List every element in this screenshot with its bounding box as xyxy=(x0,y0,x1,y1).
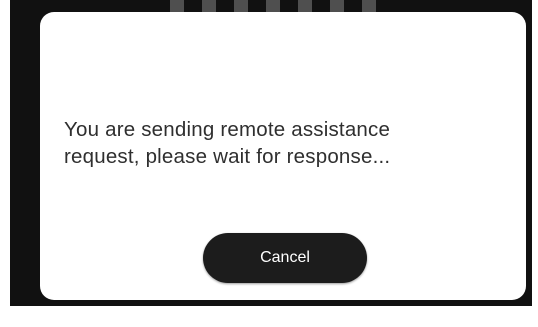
cancel-button[interactable]: Cancel xyxy=(203,233,367,283)
app-screen: You are sending remote assistance reques… xyxy=(10,0,532,306)
dialog-message: You are sending remote assistance reques… xyxy=(64,118,391,168)
remote-assistance-dialog: You are sending remote assistance reques… xyxy=(40,12,526,300)
